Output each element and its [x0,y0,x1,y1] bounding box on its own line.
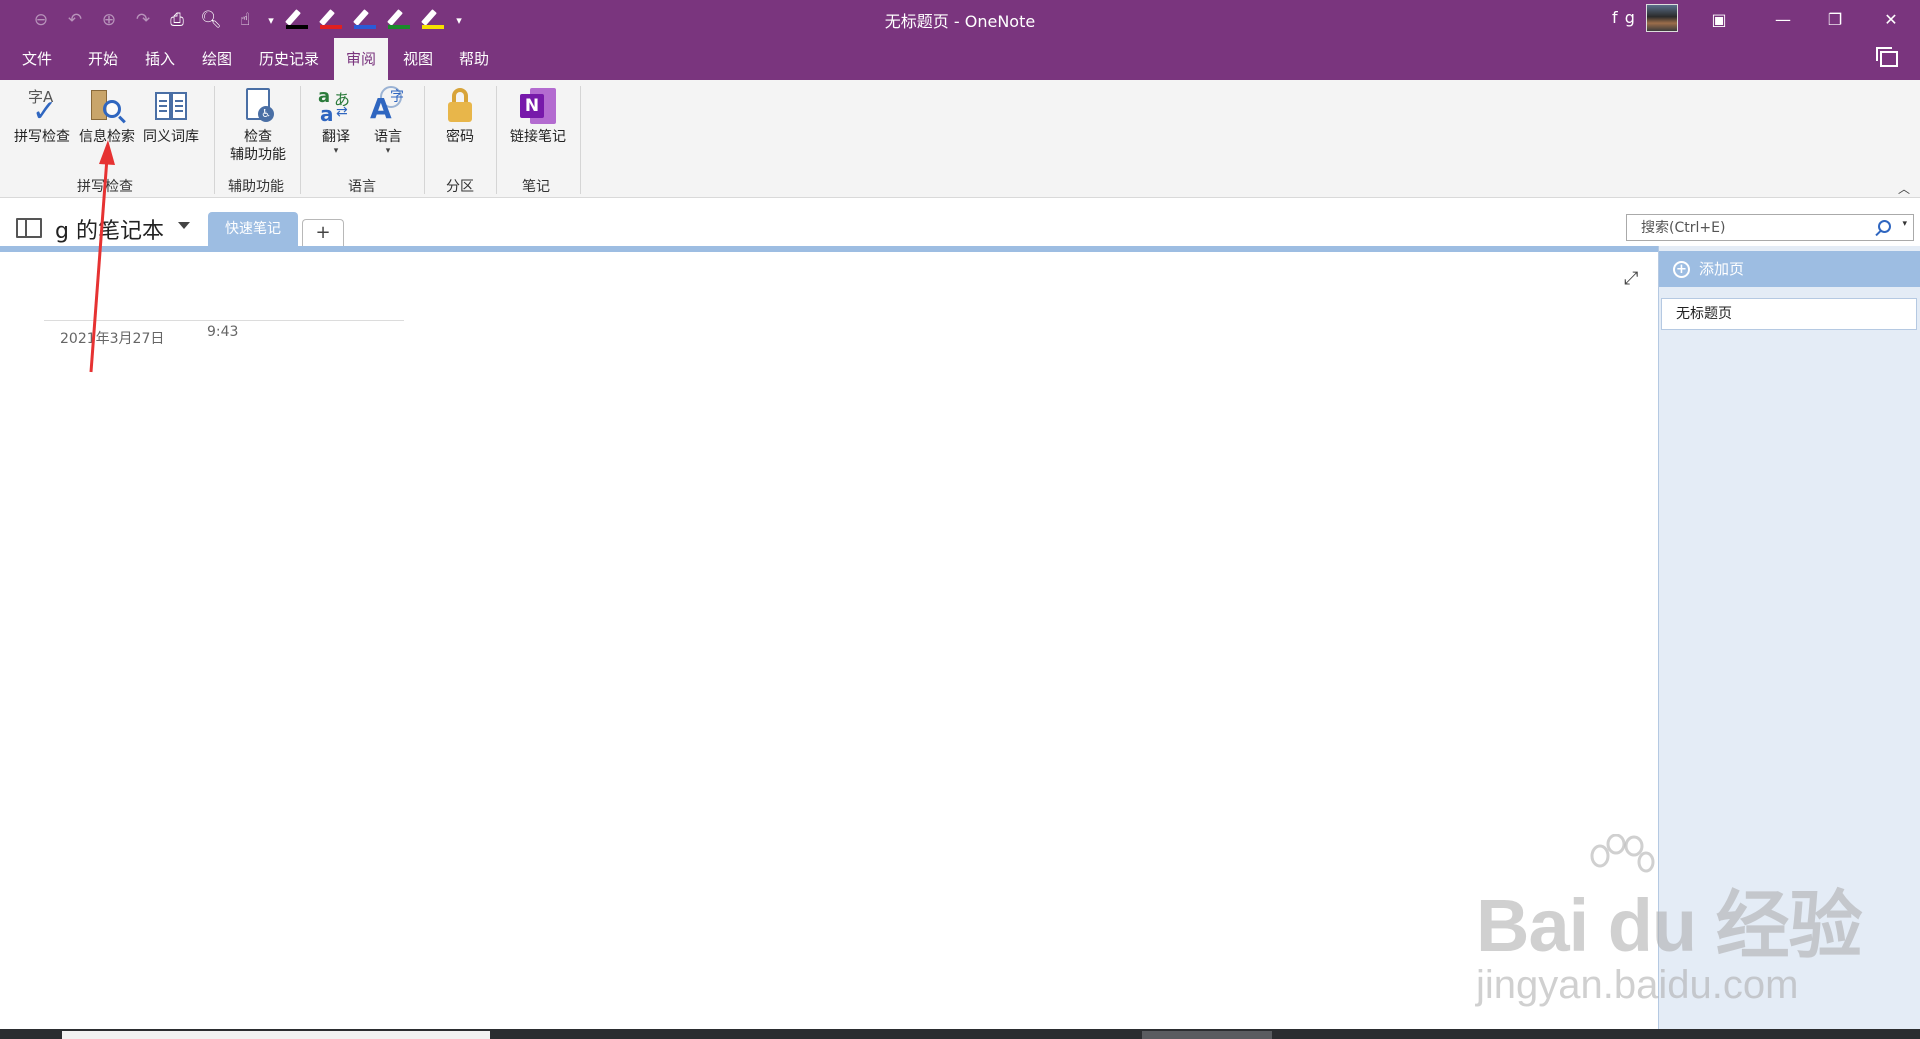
avatar[interactable] [1646,4,1678,32]
yellow-highlighter-icon[interactable] [416,7,450,33]
taskbar [0,1029,1920,1039]
search-icon[interactable] [1878,220,1891,233]
expand-page-icon[interactable]: ⤢ [1624,268,1638,289]
print-icon[interactable]: ⎙ [160,8,194,32]
language-dropdown-icon[interactable]: ▾ [362,146,414,156]
redo-icon[interactable]: ↷ [126,8,160,32]
minimize-icon[interactable]: — [1760,0,1806,38]
tab-home[interactable]: 开始 [74,38,132,80]
close-icon[interactable]: ✕ [1868,0,1914,38]
tab-view[interactable]: 视图 [392,38,444,80]
tab-history[interactable]: 历史记录 [250,38,328,80]
onenote-icon: N [518,86,558,126]
notebook-bar: g 的笔记本 快速笔记 + ▾ [0,198,1920,248]
search-box[interactable]: ▾ [1626,214,1914,241]
ribbon-display-options-icon[interactable]: ▣ [1696,0,1742,38]
quick-access-toolbar: ⊖ ↶ ⊕ ↷ ⎙ 🔍︎ ☝ ▾ ▾ [24,7,468,33]
page-list-pane: + 添加页 无标题页 [1658,246,1920,1029]
tab-file[interactable]: 文件 [8,38,66,80]
group-label-spelling: 拼写检查 [77,179,133,195]
thesaurus-icon [151,86,191,126]
group-label-notes: 笔记 [522,179,550,195]
translate-icon: a あ a ⇄ [318,86,351,126]
group-divider [300,86,301,194]
group-divider [214,86,215,194]
translate-button[interactable]: a あ a ⇄ 翻译 ▾ [310,86,362,156]
title-bar: ⊖ ↶ ⊕ ↷ ⎙ 🔍︎ ☝ ▾ ▾ 无标题页 - OneNote f g ▣ … [0,0,1920,38]
tab-insert[interactable]: 插入 [131,38,189,80]
user-name[interactable]: f g [1612,8,1636,27]
spelling-button[interactable]: 字A ✓ 拼写检查 [10,86,74,146]
language-button[interactable]: A 字 语言 ▾ [362,86,414,156]
forward-icon[interactable]: ⊕ [92,8,126,32]
tab-review[interactable]: 审阅 [334,38,388,80]
group-divider [424,86,425,194]
customize-qat-icon[interactable]: ▾ [450,8,468,32]
ribbon: 字A ✓ 拼写检查 信息检索 同义词库 拼写检查 ♿ 检查 辅助功能 辅助功能 [0,80,1920,198]
research-button[interactable]: 信息检索 [76,86,138,146]
ribbon-tabs: 文件 开始 插入 绘图 历史记录 审阅 视图 帮助 [0,38,1920,80]
collapse-ribbon-icon[interactable]: ︿ [1898,180,1910,197]
group-divider [496,86,497,194]
translate-dropdown-icon[interactable]: ▾ [310,146,362,156]
page-list-item[interactable]: 无标题页 [1661,298,1917,330]
restore-icon[interactable]: ❐ [1812,0,1858,38]
linked-notes-button[interactable]: N 链接笔记 [504,86,572,146]
search-scope-dropdown-icon[interactable]: ▾ [1902,219,1907,229]
green-pen-icon[interactable] [382,7,416,33]
section-tab-quick-notes[interactable]: 快速笔记 [208,212,298,248]
page-date: 2021年3月27日 [60,331,165,347]
page-title-field[interactable] [44,320,404,321]
language-icon: A 字 [368,86,408,126]
taskbar-item[interactable] [1142,1031,1272,1039]
tab-help[interactable]: 帮助 [448,38,500,80]
notebook-icon[interactable] [16,218,42,238]
group-divider [580,86,581,194]
password-button[interactable]: 密码 [434,86,486,146]
notebook-name[interactable]: g 的笔记本 [55,213,164,245]
taskbar-item[interactable] [62,1031,490,1039]
add-section-button[interactable]: + [302,219,344,248]
search-input[interactable] [1627,215,1857,240]
red-pen-icon[interactable] [314,7,348,33]
group-label-accessibility: 辅助功能 [228,179,284,195]
lock-icon [440,86,480,126]
blue-pen-icon[interactable] [348,7,382,33]
add-page-button[interactable]: + 添加页 [1659,251,1920,287]
page-time: 9:43 [207,324,239,340]
thesaurus-button[interactable]: 同义词库 [140,86,202,146]
touch-mode-dropdown-icon[interactable]: ▾ [262,8,280,32]
black-pen-icon[interactable] [280,7,314,33]
group-label-language: 语言 [348,179,376,195]
group-label-section: 分区 [446,179,474,195]
add-circle-icon: + [1673,261,1690,278]
feedback-icon[interactable] [1876,47,1898,67]
research-icon [87,86,127,126]
back-icon[interactable]: ⊖ [24,8,58,32]
chevron-down-icon[interactable] [178,222,190,229]
page-canvas[interactable]: ⤢ 2021年3月27日 9:43 [0,252,1658,1029]
spell-check-icon: 字A ✓ [28,88,58,129]
print-preview-icon[interactable]: 🔍︎ [194,8,228,32]
check-accessibility-button[interactable]: ♿ 检查 辅助功能 [222,86,294,164]
touch-mode-icon[interactable]: ☝ [228,8,262,32]
accessibility-check-icon: ♿ [238,86,278,126]
undo-icon[interactable]: ↶ [58,8,92,32]
tab-draw[interactable]: 绘图 [188,38,246,80]
add-page-label: 添加页 [1699,260,1745,278]
